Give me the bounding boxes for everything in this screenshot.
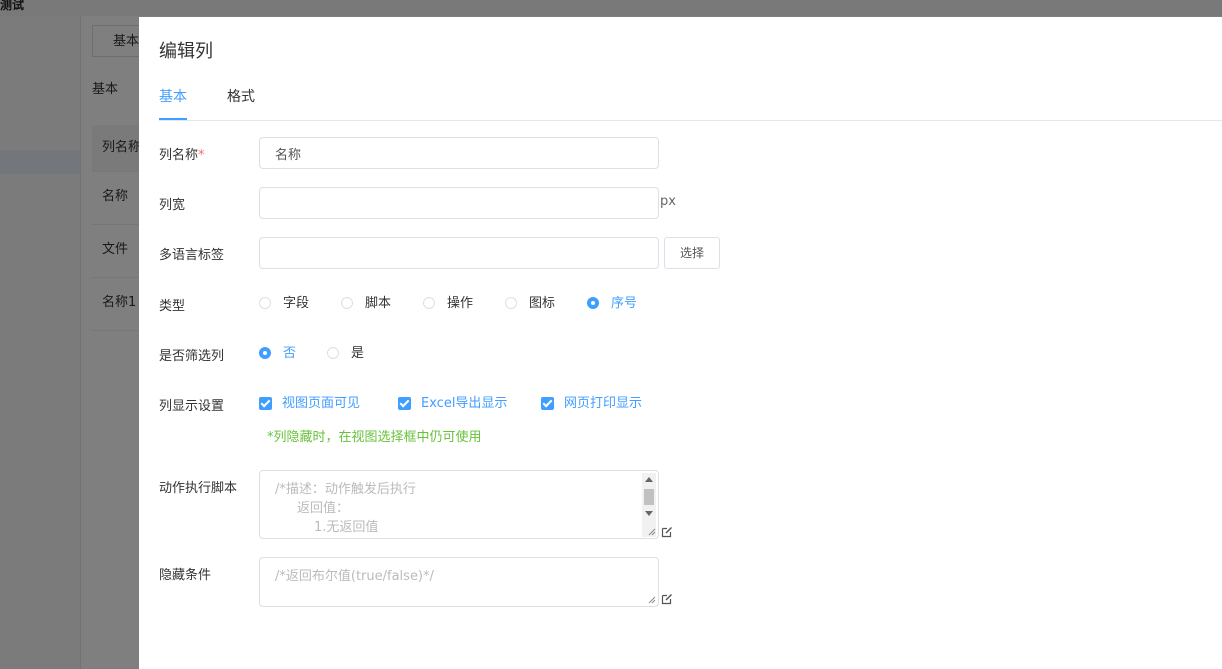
radio-circle bbox=[327, 347, 339, 359]
action-script-label: 动作执行脚本 bbox=[159, 481, 238, 496]
scroll-up-arrow-icon[interactable] bbox=[645, 477, 653, 482]
script-line: 返回值： bbox=[297, 501, 350, 516]
scroll-thumb[interactable] bbox=[644, 489, 654, 505]
display-settings-label: 列显示设置 bbox=[159, 399, 225, 414]
edit-icon[interactable] bbox=[661, 593, 673, 605]
hide-condition-textarea[interactable]: /*返回布尔值(true/false)*/ bbox=[259, 557, 659, 607]
column-name-input[interactable] bbox=[259, 137, 659, 169]
type-label: 类型 bbox=[159, 299, 186, 314]
radio-circle bbox=[587, 297, 599, 309]
checkbox-checked-icon bbox=[541, 397, 554, 410]
i18n-label-input[interactable] bbox=[259, 237, 659, 269]
radio-circle bbox=[259, 347, 271, 359]
radio-circle bbox=[259, 297, 271, 309]
filter-column-label: 是否筛选列 bbox=[159, 349, 225, 364]
column-width-input[interactable] bbox=[259, 187, 659, 219]
i18n-label: 多语言标签 bbox=[159, 248, 225, 263]
edit-icon[interactable] bbox=[661, 526, 673, 538]
radio-circle bbox=[423, 297, 435, 309]
tab-basic[interactable]: 基本 bbox=[159, 87, 187, 120]
px-suffix: px bbox=[660, 194, 676, 209]
resize-grip-icon[interactable] bbox=[648, 528, 656, 536]
select-button[interactable]: 选择 bbox=[664, 237, 720, 269]
tab-format[interactable]: 格式 bbox=[227, 87, 255, 120]
script-line: 1.无返回值 bbox=[314, 520, 379, 535]
action-script-textarea[interactable]: /*描述：动作触发后执行 返回值： 1.无返回值 bbox=[259, 470, 659, 539]
textarea-placeholder: /*返回布尔值(true/false)*/ bbox=[275, 569, 434, 584]
active-tab-indicator bbox=[159, 118, 187, 120]
required-mark: * bbox=[198, 148, 205, 163]
scroll-down-arrow-icon[interactable] bbox=[645, 511, 653, 516]
radio-circle bbox=[341, 297, 353, 309]
checkbox-checked-icon bbox=[259, 397, 272, 410]
script-line: /*描述：动作触发后执行 bbox=[275, 482, 416, 497]
checkbox-checked-icon bbox=[398, 397, 411, 410]
hidden-column-hint: *列隐藏时，在视图选择框中仍可使用 bbox=[267, 430, 482, 445]
dialog-tabs: 基本 格式 bbox=[159, 87, 1222, 121]
resize-grip-icon[interactable] bbox=[648, 596, 656, 604]
radio-circle bbox=[505, 297, 517, 309]
edit-column-dialog: 编辑列 基本 格式 列名称* 列宽 px 多语言标签 选择 类型 字段 脚本 操… bbox=[139, 17, 1222, 669]
column-width-label: 列宽 bbox=[159, 198, 186, 213]
hide-condition-label: 隐藏条件 bbox=[159, 568, 212, 583]
dialog-title: 编辑列 bbox=[159, 41, 213, 62]
column-name-label: 列名称* bbox=[159, 148, 205, 163]
